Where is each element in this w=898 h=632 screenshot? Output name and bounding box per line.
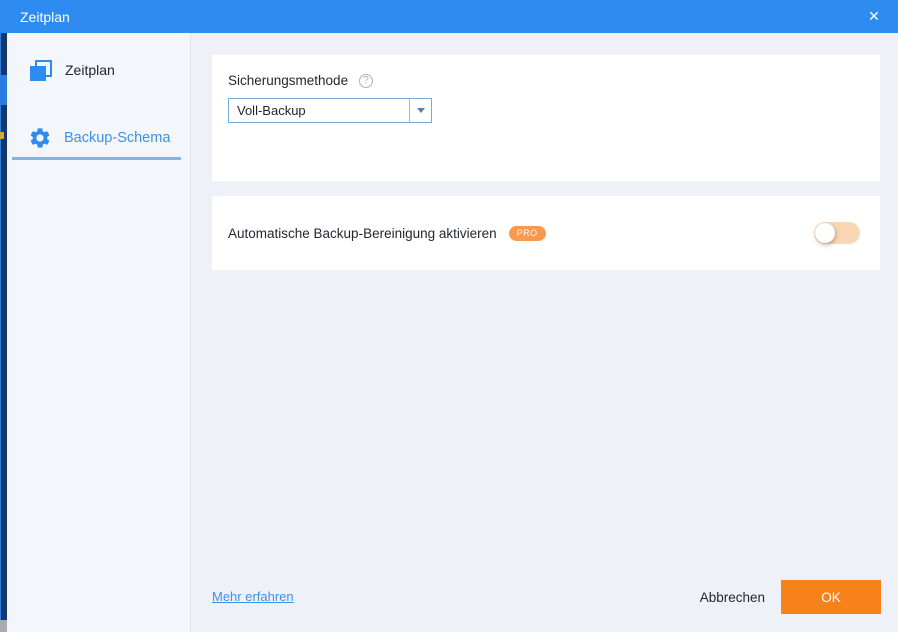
sidebar-item-zeitplan[interactable]: Zeitplan <box>30 57 115 83</box>
auto-cleanup-card: Automatische Backup-Bereinigung aktivier… <box>212 196 880 270</box>
cancel-button[interactable]: Abbrechen <box>700 590 765 605</box>
layers-icon <box>30 59 52 81</box>
backup-method-dropdown[interactable]: Voll-Backup <box>228 98 432 123</box>
auto-cleanup-toggle[interactable] <box>814 222 860 244</box>
learn-more-link[interactable]: Mehr erfahren <box>212 589 294 604</box>
chevron-down-icon <box>416 108 425 113</box>
dialog-titlebar: Zeitplan ✕ <box>0 0 898 33</box>
background-app-footer-fragment <box>0 620 7 632</box>
sidebar-item-label: Zeitplan <box>65 62 115 78</box>
active-item-underline <box>12 157 181 160</box>
backup-method-label: Sicherungsmethode <box>228 73 349 88</box>
close-icon[interactable]: ✕ <box>860 0 888 33</box>
auto-cleanup-label: Automatische Backup-Bereinigung aktivier… <box>228 225 497 241</box>
schedule-dialog: Zeitplan ✕ Zeitplan Backup-Schema Sicher… <box>0 0 898 632</box>
ok-button[interactable]: OK <box>781 580 881 614</box>
gear-icon <box>30 128 50 148</box>
background-app-edge <box>0 33 7 632</box>
dialog-title: Zeitplan <box>20 8 70 25</box>
toggle-knob <box>815 223 835 243</box>
sidebar-item-label: Backup-Schema <box>64 130 171 146</box>
main-panel: Sicherungsmethode ? Voll-Backup Automati… <box>192 33 898 632</box>
dropdown-arrow-button[interactable] <box>409 99 431 122</box>
sidebar: Zeitplan Backup-Schema <box>7 33 191 632</box>
background-app-icon-fragment <box>0 132 4 139</box>
footer-buttons: Abbrechen OK <box>700 580 881 614</box>
sidebar-item-backup-schema[interactable]: Backup-Schema <box>28 125 170 151</box>
backup-method-card: Sicherungsmethode ? Voll-Backup <box>212 55 880 181</box>
help-icon[interactable]: ? <box>359 73 374 88</box>
pro-badge: PRO <box>508 225 546 241</box>
dropdown-selected-value: Voll-Backup <box>237 103 306 118</box>
background-app-highlight <box>0 75 7 105</box>
